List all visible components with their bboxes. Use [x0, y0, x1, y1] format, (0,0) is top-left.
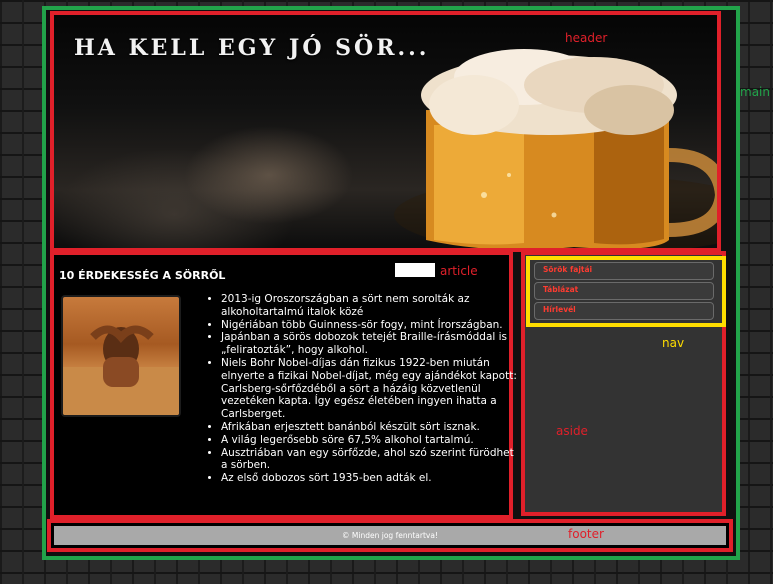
main-annotation-label: main	[740, 85, 770, 99]
site-title: HA KELL EGY JÓ SÖR...	[74, 35, 430, 61]
nav-annotation-label: nav	[662, 336, 685, 350]
photo-illustration	[63, 325, 179, 415]
list-item: Japánban a sörös dobozok tetejét Braille…	[221, 331, 521, 357]
nav-item-beer-types[interactable]: Sörök fajtái	[534, 262, 714, 280]
article-title: 10 ÉRDEKESSÉG A SÖRRŐL	[59, 269, 226, 282]
article-annotation-label: article	[440, 264, 478, 278]
nav-menu: Sörök fajtái Táblázat Hírlevél	[526, 256, 726, 327]
article-section: 10 ÉRDEKESSÉG A SÖRRŐL 2013-ig Oroszorsz…	[50, 251, 517, 519]
list-item: 2013-ig Oroszországban a sört nem sorolt…	[221, 293, 521, 319]
list-item: Afrikában erjesztett banánból készült sö…	[221, 421, 521, 434]
bathing-person-photo	[61, 295, 181, 417]
list-item: Ausztriában van egy sörfőzde, ahol szó s…	[221, 447, 521, 473]
list-item: A világ legerősebb söre 67,5% alkohol ta…	[221, 434, 521, 447]
footer-section: © Minden jog fenntartva!	[47, 519, 733, 552]
list-item: Az első dobozos sört 1935-ben adták el.	[221, 472, 521, 485]
footer-copyright: © Minden jog fenntartva!	[54, 526, 726, 545]
header-banner: HA KELL EGY JÓ SÖR...	[50, 11, 721, 252]
list-item: Niels Bohr Nobel-díjas dán fizikus 1922-…	[221, 357, 521, 421]
redaction-patch	[395, 263, 435, 277]
header-annotation-label: header	[565, 31, 608, 45]
aside-annotation-label: aside	[556, 424, 588, 438]
nav-item-table[interactable]: Táblázat	[534, 282, 714, 300]
footer-annotation-label: footer	[568, 527, 604, 541]
facts-list: 2013-ig Oroszországban a sört nem sorolt…	[201, 293, 521, 485]
nav-item-newsletter[interactable]: Hírlevél	[534, 302, 714, 320]
list-item: Nigériában több Guinness-sör fogy, mint …	[221, 319, 521, 332]
